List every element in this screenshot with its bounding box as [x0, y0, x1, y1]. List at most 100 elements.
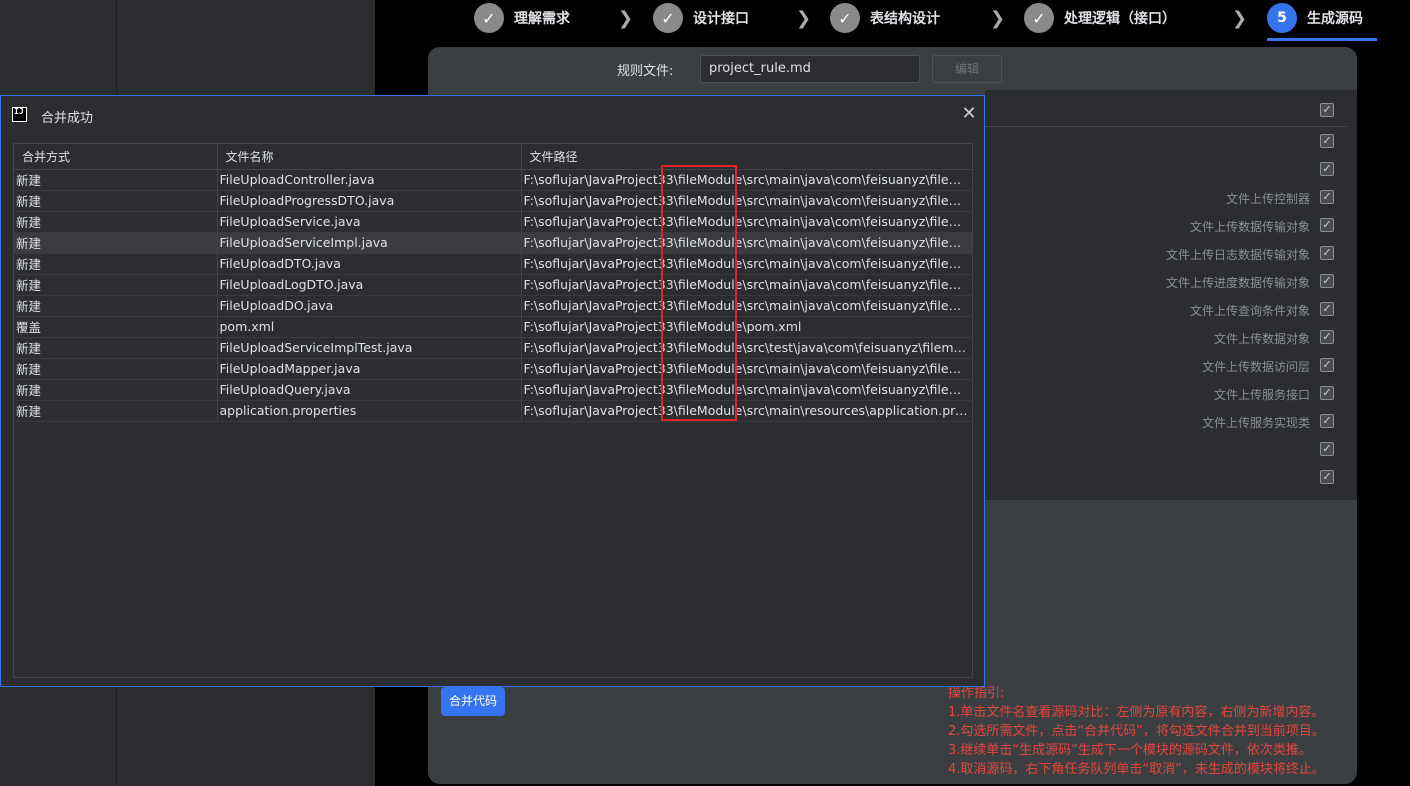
step-processing-logic[interactable]: ✓ 处理逻辑（接口） — [1024, 3, 1176, 33]
check-icon: ✓ — [653, 3, 683, 33]
merge-type-cell: 新建 — [14, 379, 218, 401]
table-row[interactable]: 新建 FileUploadLogDTO.java F:\soflujar\JavaP… — [14, 274, 973, 296]
file-path-cell: F:\soflujar\JavaProject33\fileModule\src… — [521, 274, 973, 296]
guide-line: 4.取消源码，右下角任务队列单击“取消”，未生成的模块将终止。 — [948, 762, 1325, 777]
file-name-cell: FileUploadServiceImplTest.java — [217, 337, 522, 359]
merge-type-cell: 新建 — [14, 337, 218, 359]
file-name-cell: FileUploadServiceImpl.java — [217, 232, 522, 254]
file-name-cell: FileUploadQuery.java — [217, 379, 522, 401]
step-generate-source[interactable]: 5 生成源码 — [1267, 3, 1363, 33]
step-label: 生成源码 — [1307, 11, 1363, 27]
edit-button[interactable]: 编辑 — [932, 55, 1002, 83]
step-label: 处理逻辑（接口） — [1064, 11, 1176, 27]
merge-type-cell: 新建 — [14, 253, 218, 275]
checkbox[interactable]: ✓ — [1320, 162, 1334, 176]
table-row[interactable]: 新建 application.properties F:\soflujar\Java… — [14, 400, 973, 422]
checkbox[interactable]: ✓ — [1320, 414, 1334, 428]
table-row-selected[interactable]: 新建 FileUploadServiceImpl.java F:\soflujar\… — [14, 232, 973, 254]
step-table-design[interactable]: ✓ 表结构设计 — [830, 3, 940, 33]
table-row[interactable]: 新建 FileUploadMapper.java F:\soflujar\JavaP… — [14, 358, 973, 380]
dialog-titlebar[interactable]: IJ 合并成功 ✕ — [1, 96, 984, 134]
guide-title: 操作指引: — [948, 686, 1005, 701]
file-item-label[interactable]: 文件上传控制器 — [1226, 190, 1310, 207]
checkbox[interactable]: ✓ — [1320, 330, 1334, 344]
guide-line: 3.继续单击“生成源码”生成下一个模块的源码文件，依次类推。 — [948, 743, 1312, 758]
merge-success-dialog: IJ 合并成功 ✕ 合并方式 文件名称 文件路径 新建 FileUploadCon… — [0, 95, 985, 687]
active-step-underline — [1267, 38, 1377, 41]
table-row[interactable]: 新建 FileUploadProgressDTO.java F:\soflujar\… — [14, 190, 973, 212]
checkbox[interactable]: ✓ — [1320, 274, 1334, 288]
file-name-cell: pom.xml — [217, 316, 522, 338]
checkbox[interactable]: ✓ — [1320, 246, 1334, 260]
merge-type-cell: 新建 — [14, 169, 218, 191]
file-path-cell: F:\soflujar\JavaProject33\fileModule\src… — [521, 232, 973, 254]
table-row[interactable]: 新建 FileUploadService.java F:\soflujar\Java… — [14, 211, 973, 233]
column-header-file-path[interactable]: 文件路径 — [521, 144, 973, 170]
table-row[interactable]: 新建 FileUploadQuery.java F:\soflujar\JavaPr… — [14, 379, 973, 401]
file-item-label[interactable]: 文件上传数据对象 — [1214, 330, 1310, 347]
merge-type-cell: 新建 — [14, 295, 218, 317]
step-understand-requirements[interactable]: ✓ 理解需求 — [474, 3, 570, 33]
table-row[interactable]: 新建 FileUploadDO.java F:\soflujar\JavaProje… — [14, 295, 973, 317]
table-row[interactable]: 新建 FileUploadController.java F:\soflujar\J… — [14, 169, 973, 191]
merge-type-cell: 新建 — [14, 400, 218, 422]
close-icon[interactable]: ✕ — [959, 102, 979, 126]
checkbox[interactable]: ✓ — [1320, 470, 1334, 484]
column-header-merge-type[interactable]: 合并方式 — [14, 144, 218, 170]
file-path-cell: F:\soflujar\JavaProject33\fileModule\src… — [521, 253, 973, 275]
merge-type-cell: 新建 — [14, 190, 218, 212]
file-path-cell: F:\soflujar\JavaProject33\fileModule\src… — [521, 295, 973, 317]
merge-type-cell: 新建 — [14, 358, 218, 380]
merge-type-cell: 新建 — [14, 211, 218, 233]
file-path-cell: F:\soflujar\JavaProject33\fileModule\src… — [521, 379, 973, 401]
file-item-label[interactable]: 文件上传数据访问层 — [1202, 358, 1310, 375]
merge-result-table: 合并方式 文件名称 文件路径 新建 FileUploadController.ja… — [13, 143, 973, 678]
rule-file-input[interactable]: project_rule.md — [700, 55, 920, 83]
operation-guide: 操作指引: 1.单击文件名查看源码对比：左侧为原有内容，右侧为新增内容。 2.勾… — [948, 684, 1325, 779]
chevron-right-icon: ❯ — [618, 8, 634, 29]
chevron-right-icon: ❯ — [1232, 8, 1248, 29]
checkbox[interactable]: ✓ — [1320, 358, 1334, 372]
file-path-cell: F:\soflujar\JavaProject33\fileModule\src… — [521, 211, 973, 233]
checkbox[interactable]: ✓ — [1320, 134, 1334, 148]
guide-line: 2.勾选所需文件，点击“合并代码”，将勾选文件合并到当前项目。 — [948, 724, 1325, 739]
file-item-label[interactable]: 文件上传服务实现类 — [1202, 414, 1310, 431]
file-name-cell: FileUploadProgressDTO.java — [217, 190, 522, 212]
file-item-label[interactable]: 文件上传日志数据传输对象 — [1166, 246, 1310, 263]
file-name-cell: FileUploadDTO.java — [217, 253, 522, 275]
file-list-panel — [985, 90, 1357, 500]
checkbox[interactable]: ✓ — [1320, 190, 1334, 204]
table-row[interactable]: 覆盖 pom.xml F:\soflujar\JavaProject33\fileM… — [14, 316, 973, 338]
step-label: 理解需求 — [514, 11, 570, 27]
checkbox[interactable]: ✓ — [1320, 218, 1334, 232]
table-row[interactable]: 新建 FileUploadServiceImplTest.java F:\soflu… — [14, 337, 973, 359]
file-path-cell: F:\soflujar\JavaProject33\fileModule\src… — [521, 337, 973, 359]
check-icon: ✓ — [1024, 3, 1054, 33]
table-row[interactable]: 新建 FileUploadDTO.java F:\soflujar\JavaProj… — [14, 253, 973, 275]
file-item-label[interactable]: 文件上传数据传输对象 — [1190, 218, 1310, 235]
merge-code-button[interactable]: 合并代码 — [441, 687, 505, 716]
column-header-file-name[interactable]: 文件名称 — [217, 144, 522, 170]
file-item-label[interactable]: 文件上传进度数据传输对象 — [1166, 274, 1310, 291]
dialog-title: 合并成功 — [41, 111, 94, 126]
chevron-right-icon: ❯ — [990, 8, 1006, 29]
step-design-interface[interactable]: ✓ 设计接口 — [653, 3, 749, 33]
check-icon: ✓ — [474, 3, 504, 33]
file-item-label[interactable]: 文件上传查询条件对象 — [1190, 302, 1310, 319]
intellij-logo-icon: IJ — [12, 107, 27, 122]
divider — [985, 126, 1347, 127]
file-name-cell: FileUploadService.java — [217, 211, 522, 233]
file-name-cell: FileUploadController.java — [217, 169, 522, 191]
checkbox[interactable]: ✓ — [1320, 442, 1334, 456]
checkbox[interactable]: ✓ — [1320, 302, 1334, 316]
checkbox[interactable]: ✓ — [1320, 386, 1334, 400]
step-number-icon: 5 — [1267, 3, 1297, 33]
file-item-label[interactable]: 文件上传服务接口 — [1214, 386, 1310, 403]
file-name-cell: FileUploadMapper.java — [217, 358, 522, 380]
chevron-right-icon: ❯ — [796, 8, 812, 29]
step-label: 设计接口 — [693, 11, 749, 27]
rule-file-label: 规则文件: — [617, 64, 674, 79]
select-all-checkbox[interactable]: ✓ — [1320, 103, 1334, 117]
merge-type-cell: 覆盖 — [14, 316, 218, 338]
file-path-cell: F:\soflujar\JavaProject33\fileModule\src… — [521, 400, 973, 422]
